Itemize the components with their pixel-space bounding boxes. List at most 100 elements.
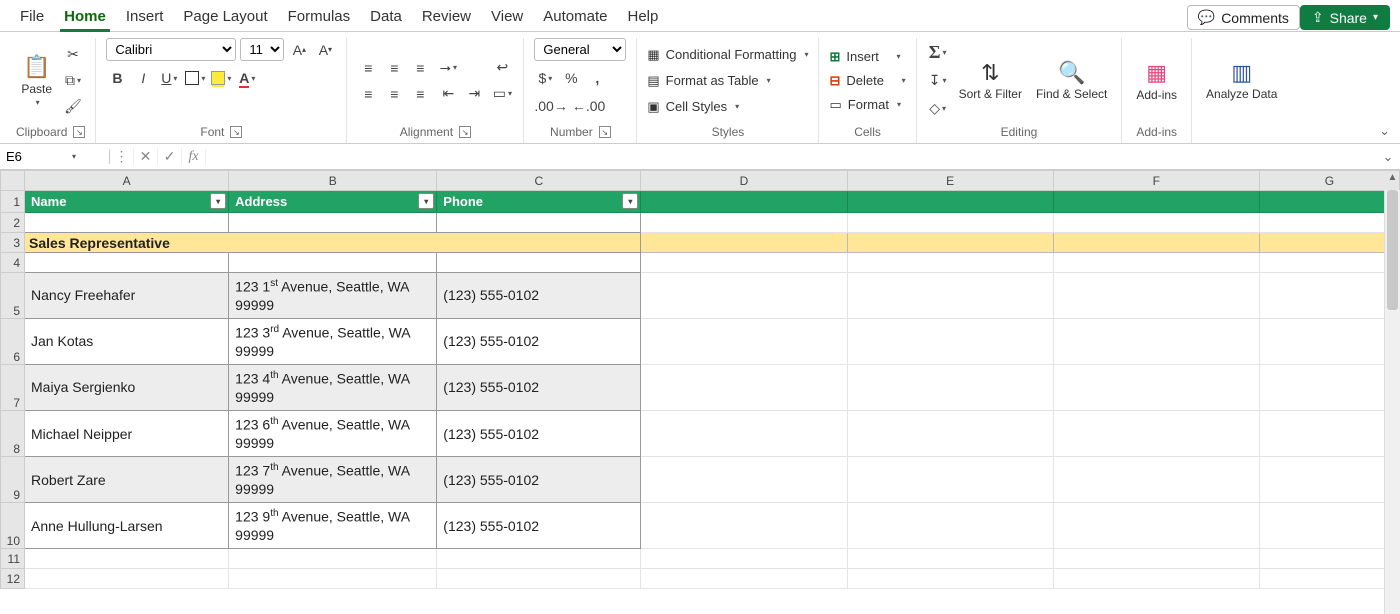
cell[interactable] [437, 253, 641, 273]
spreadsheet-grid[interactable]: ABCDEFG1Name▾Address▾Phone▾23Sales Repre… [0, 170, 1400, 614]
number-format-select[interactable]: General [534, 38, 626, 61]
row-header-1[interactable]: 1 [1, 191, 25, 213]
cell[interactable] [1259, 233, 1399, 253]
table-header-address[interactable]: Address▾ [229, 191, 437, 213]
tab-insert[interactable]: Insert [116, 4, 174, 31]
decrease-indent-button[interactable]: ⇤ [437, 83, 459, 105]
cell[interactable] [25, 549, 229, 569]
row-header-10[interactable]: 10 [1, 503, 25, 549]
align-middle-button[interactable]: ≡ [383, 57, 405, 79]
cell[interactable] [1053, 411, 1259, 457]
cell[interactable] [847, 365, 1053, 411]
name-box[interactable]: ▾ [0, 149, 110, 164]
cancel-formula-button[interactable]: ✕ [134, 148, 158, 165]
cell[interactable] [1259, 549, 1399, 569]
comma-style-button[interactable]: , [586, 67, 608, 89]
comments-button[interactable]: 💬 Comments [1187, 5, 1300, 30]
paste-button[interactable]: 📋 Paste ▾ [17, 52, 56, 109]
row-header-4[interactable]: 4 [1, 253, 25, 273]
tab-home[interactable]: Home [54, 4, 116, 31]
find-select-button[interactable]: 🔍 Find & Select [1032, 58, 1111, 103]
italic-button[interactable]: I [132, 67, 154, 89]
cell[interactable] [229, 549, 437, 569]
select-all-corner[interactable] [1, 171, 25, 191]
shrink-font-button[interactable]: A▾ [314, 39, 336, 61]
cell[interactable] [1053, 457, 1259, 503]
cell[interactable] [641, 503, 847, 549]
cell[interactable] [641, 191, 847, 213]
copy-button[interactable]: ⧉▾ [62, 70, 84, 92]
grow-font-button[interactable]: A▴ [288, 39, 310, 61]
cell-address[interactable]: 123 1st Avenue, Seattle, WA 99999 [229, 273, 437, 319]
cell[interactable] [847, 319, 1053, 365]
wrap-text-button[interactable]: ↩ [491, 57, 513, 79]
row-header-8[interactable]: 8 [1, 411, 25, 457]
row-header-7[interactable]: 7 [1, 365, 25, 411]
decrease-decimal-button[interactable]: ←.00 [572, 95, 605, 117]
insert-cells-button[interactable]: ⊞Insert ▾ [829, 48, 900, 66]
cell-name[interactable]: Michael Neipper [25, 411, 229, 457]
tab-help[interactable]: Help [617, 4, 668, 31]
format-painter-button[interactable]: 🖌 [62, 96, 84, 118]
borders-button[interactable]: ▾ [184, 67, 206, 89]
increase-decimal-button[interactable]: .00→ [534, 95, 567, 117]
filter-dropdown-icon[interactable]: ▾ [622, 193, 638, 209]
filter-dropdown-icon[interactable]: ▾ [418, 193, 434, 209]
tab-pagelayout[interactable]: Page Layout [173, 4, 277, 31]
autosum-button[interactable]: Σ▾ [927, 42, 949, 64]
cell[interactable] [1053, 319, 1259, 365]
scroll-thumb[interactable] [1387, 190, 1398, 310]
merge-center-button[interactable]: ▭▾ [491, 83, 513, 105]
cell[interactable] [1259, 213, 1399, 233]
cell-name[interactable]: Maiya Sergienko [25, 365, 229, 411]
conditional-formatting-button[interactable]: ▦Conditional Formatting▾ [647, 45, 808, 65]
increase-indent-button[interactable]: ⇥ [463, 83, 485, 105]
expand-formula-bar-button[interactable]: ⌄ [1376, 149, 1400, 165]
col-header-C[interactable]: C [437, 171, 641, 191]
cell-address[interactable]: 123 6th Avenue, Seattle, WA 99999 [229, 411, 437, 457]
collapse-ribbon-button[interactable]: ⌄ [1379, 123, 1390, 139]
cell-phone[interactable]: (123) 555-0102 [437, 365, 641, 411]
enter-formula-button[interactable]: ✓ [158, 148, 182, 165]
cell[interactable] [847, 213, 1053, 233]
cell[interactable] [847, 411, 1053, 457]
cell-phone[interactable]: (123) 555-0102 [437, 457, 641, 503]
cell[interactable] [437, 569, 641, 589]
align-left-button[interactable]: ≡ [357, 83, 379, 105]
cell[interactable] [641, 569, 847, 589]
col-header-G[interactable]: G [1259, 171, 1399, 191]
cell[interactable] [847, 503, 1053, 549]
cell-phone[interactable]: (123) 555-0102 [437, 503, 641, 549]
cell[interactable] [437, 213, 641, 233]
fill-button[interactable]: ↧▾ [927, 70, 949, 92]
cell[interactable] [1053, 213, 1259, 233]
percent-style-button[interactable]: % [560, 67, 582, 89]
cell[interactable] [25, 253, 229, 273]
format-as-table-button[interactable]: ▤Format as Table▾ [647, 71, 770, 91]
vertical-scrollbar[interactable]: ▲ [1384, 190, 1400, 614]
col-header-E[interactable]: E [847, 171, 1053, 191]
cell-name[interactable]: Jan Kotas [25, 319, 229, 365]
cell[interactable] [1259, 319, 1399, 365]
table-header-phone[interactable]: Phone▾ [437, 191, 641, 213]
formula-input[interactable] [206, 149, 1376, 164]
cell[interactable] [847, 457, 1053, 503]
cut-button[interactable]: ✂ [62, 44, 84, 66]
cell[interactable] [641, 213, 847, 233]
col-header-D[interactable]: D [641, 171, 847, 191]
name-box-input[interactable] [6, 149, 64, 164]
bold-button[interactable]: B [106, 67, 128, 89]
cell[interactable] [641, 253, 847, 273]
clipboard-dialog-launcher[interactable]: ↘ [73, 126, 85, 138]
row-header-9[interactable]: 9 [1, 457, 25, 503]
cell[interactable] [1259, 253, 1399, 273]
analyze-data-button[interactable]: ▥ Analyze Data [1202, 58, 1281, 103]
font-name-select[interactable]: Calibri [106, 38, 236, 61]
align-top-button[interactable]: ≡ [357, 57, 379, 79]
cell-name[interactable]: Robert Zare [25, 457, 229, 503]
cell[interactable] [1053, 253, 1259, 273]
cell-phone[interactable]: (123) 555-0102 [437, 411, 641, 457]
col-header-A[interactable]: A [25, 171, 229, 191]
font-dialog-launcher[interactable]: ↘ [230, 126, 242, 138]
cell[interactable] [229, 569, 437, 589]
